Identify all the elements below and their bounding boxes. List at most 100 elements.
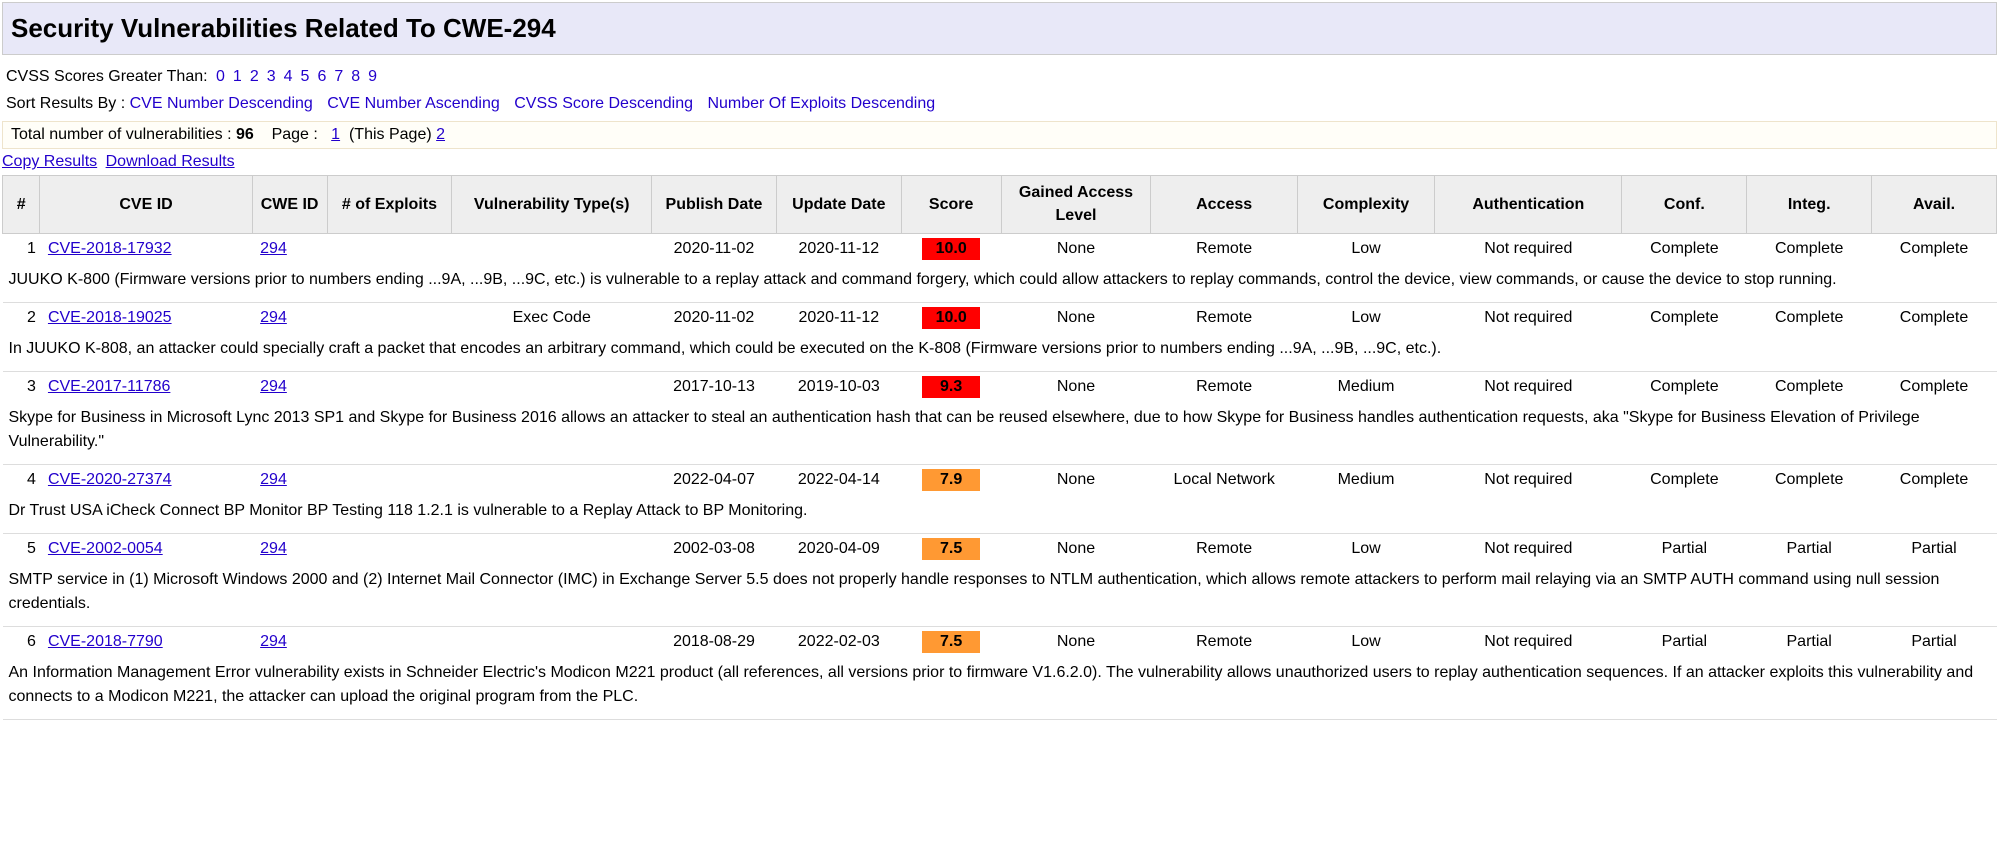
- table-row: 4CVE-2020-273742942022-04-072022-04-147.…: [3, 465, 1997, 496]
- complexity: Medium: [1297, 465, 1434, 496]
- cve-link[interactable]: CVE-2018-19025: [48, 309, 172, 326]
- cve-link[interactable]: CVE-2020-27374: [48, 471, 172, 488]
- cvss-filter-link[interactable]: 5: [301, 68, 310, 85]
- complexity: Low: [1297, 627, 1434, 658]
- gained-access: None: [1001, 465, 1151, 496]
- sort-link[interactable]: Number Of Exploits Descending: [707, 95, 935, 112]
- col-conf-header: Conf.: [1622, 176, 1747, 234]
- page-label: Page :: [272, 126, 323, 143]
- cwe-link[interactable]: 294: [260, 378, 287, 395]
- publish-date: 2020-11-02: [652, 303, 777, 334]
- table-row: 2CVE-2018-19025294Exec Code2020-11-02202…: [3, 303, 1997, 334]
- availability: Complete: [1872, 465, 1997, 496]
- filters-block: CVSS Scores Greater Than: 0123456789 Sor…: [0, 63, 1999, 117]
- cvss-filter-link[interactable]: 3: [267, 68, 276, 85]
- cvss-filter-link[interactable]: 8: [351, 68, 360, 85]
- exploit-count: [327, 234, 452, 265]
- cve-link[interactable]: CVE-2018-7790: [48, 633, 163, 650]
- table-desc-row: SMTP service in (1) Microsoft Windows 20…: [3, 564, 1997, 627]
- copy-results-link[interactable]: Copy Results: [2, 153, 97, 170]
- title-bar: Security Vulnerabilities Related To CWE-…: [2, 2, 1997, 55]
- cwe-link[interactable]: 294: [260, 540, 287, 557]
- col-int-header: Integ.: [1747, 176, 1872, 234]
- cve-link[interactable]: CVE-2002-0054: [48, 540, 163, 557]
- access: Local Network: [1151, 465, 1298, 496]
- confidentiality: Complete: [1622, 465, 1747, 496]
- vuln-description: An Information Management Error vulnerab…: [3, 657, 1997, 720]
- cvss-filter-link[interactable]: 6: [317, 68, 326, 85]
- score-badge: 10.0: [922, 307, 980, 329]
- col-score-header: Score: [901, 176, 1001, 234]
- cvss-filter-link[interactable]: 0: [216, 68, 225, 85]
- col-comp-header: Complexity: [1297, 176, 1434, 234]
- update-date: 2020-04-09: [776, 534, 901, 565]
- table-desc-row: In JUUKO K-808, an attacker could specia…: [3, 333, 1997, 372]
- gained-access: None: [1001, 372, 1151, 403]
- vuln-type: Exec Code: [452, 303, 652, 334]
- gained-access: None: [1001, 534, 1151, 565]
- cvss-filter-row: CVSS Scores Greater Than: 0123456789: [6, 63, 1993, 90]
- update-date: 2020-11-12: [776, 303, 901, 334]
- row-number: 4: [3, 465, 40, 496]
- confidentiality: Complete: [1622, 372, 1747, 403]
- score-badge: 7.5: [922, 631, 980, 653]
- table-desc-row: An Information Management Error vulnerab…: [3, 657, 1997, 720]
- page-link-2[interactable]: 2: [436, 126, 445, 143]
- score-cell: 9.3: [901, 372, 1001, 403]
- totals-count: 96: [236, 126, 254, 143]
- vuln-description: JUUKO K-800 (Firmware versions prior to …: [3, 264, 1997, 303]
- col-pub-header: Publish Date: [652, 176, 777, 234]
- cwe-link[interactable]: 294: [260, 633, 287, 650]
- exploit-count: [327, 372, 452, 403]
- integrity: Complete: [1747, 234, 1872, 265]
- page-link-1[interactable]: 1: [331, 126, 340, 143]
- cvss-filter-link[interactable]: 7: [334, 68, 343, 85]
- col-avl-header: Avail.: [1872, 176, 1997, 234]
- col-auth-header: Authentication: [1435, 176, 1622, 234]
- score-cell: 7.5: [901, 534, 1001, 565]
- table-row: 6CVE-2018-77902942018-08-292022-02-037.5…: [3, 627, 1997, 658]
- table-row: 5CVE-2002-00542942002-03-082020-04-097.5…: [3, 534, 1997, 565]
- row-number: 5: [3, 534, 40, 565]
- col-type-header: Vulnerability Type(s): [452, 176, 652, 234]
- table-row: 1CVE-2018-179322942020-11-022020-11-1210…: [3, 234, 1997, 265]
- this-page-label: (This Page): [349, 126, 432, 143]
- cve-link[interactable]: CVE-2018-17932: [48, 240, 172, 257]
- update-date: 2020-11-12: [776, 234, 901, 265]
- score-cell: 10.0: [901, 303, 1001, 334]
- integrity: Complete: [1747, 372, 1872, 403]
- cwe-link[interactable]: 294: [260, 471, 287, 488]
- vuln-type: [452, 465, 652, 496]
- cvss-filter-link[interactable]: 4: [284, 68, 293, 85]
- sort-link[interactable]: CVE Number Descending: [130, 95, 313, 112]
- sort-label: Sort Results By :: [6, 95, 130, 112]
- cwe-link[interactable]: 294: [260, 240, 287, 257]
- gained-access: None: [1001, 627, 1151, 658]
- score-badge: 7.5: [922, 538, 980, 560]
- exploit-count: [327, 534, 452, 565]
- result-links: Copy Results Download Results: [0, 151, 1999, 175]
- access: Remote: [1151, 534, 1298, 565]
- integrity: Partial: [1747, 627, 1872, 658]
- cvss-filter-link[interactable]: 1: [233, 68, 242, 85]
- cwe-link[interactable]: 294: [260, 309, 287, 326]
- sort-link[interactable]: CVE Number Ascending: [327, 95, 500, 112]
- publish-date: 2018-08-29: [652, 627, 777, 658]
- cvss-filter-link[interactable]: 2: [250, 68, 259, 85]
- cvss-filter-link[interactable]: 9: [368, 68, 377, 85]
- authentication: Not required: [1435, 234, 1622, 265]
- confidentiality: Partial: [1622, 627, 1747, 658]
- availability: Partial: [1872, 534, 1997, 565]
- integrity: Complete: [1747, 303, 1872, 334]
- download-results-link[interactable]: Download Results: [106, 153, 235, 170]
- score-cell: 7.9: [901, 465, 1001, 496]
- integrity: Partial: [1747, 534, 1872, 565]
- access: Remote: [1151, 303, 1298, 334]
- update-date: 2022-02-03: [776, 627, 901, 658]
- col-acc-header: Access: [1151, 176, 1298, 234]
- update-date: 2019-10-03: [776, 372, 901, 403]
- cve-link[interactable]: CVE-2017-11786: [48, 378, 170, 395]
- sort-row: Sort Results By : CVE Number Descending …: [6, 90, 1993, 117]
- totals-label: Total number of vulnerabilities :: [11, 126, 236, 143]
- sort-link[interactable]: CVSS Score Descending: [514, 95, 693, 112]
